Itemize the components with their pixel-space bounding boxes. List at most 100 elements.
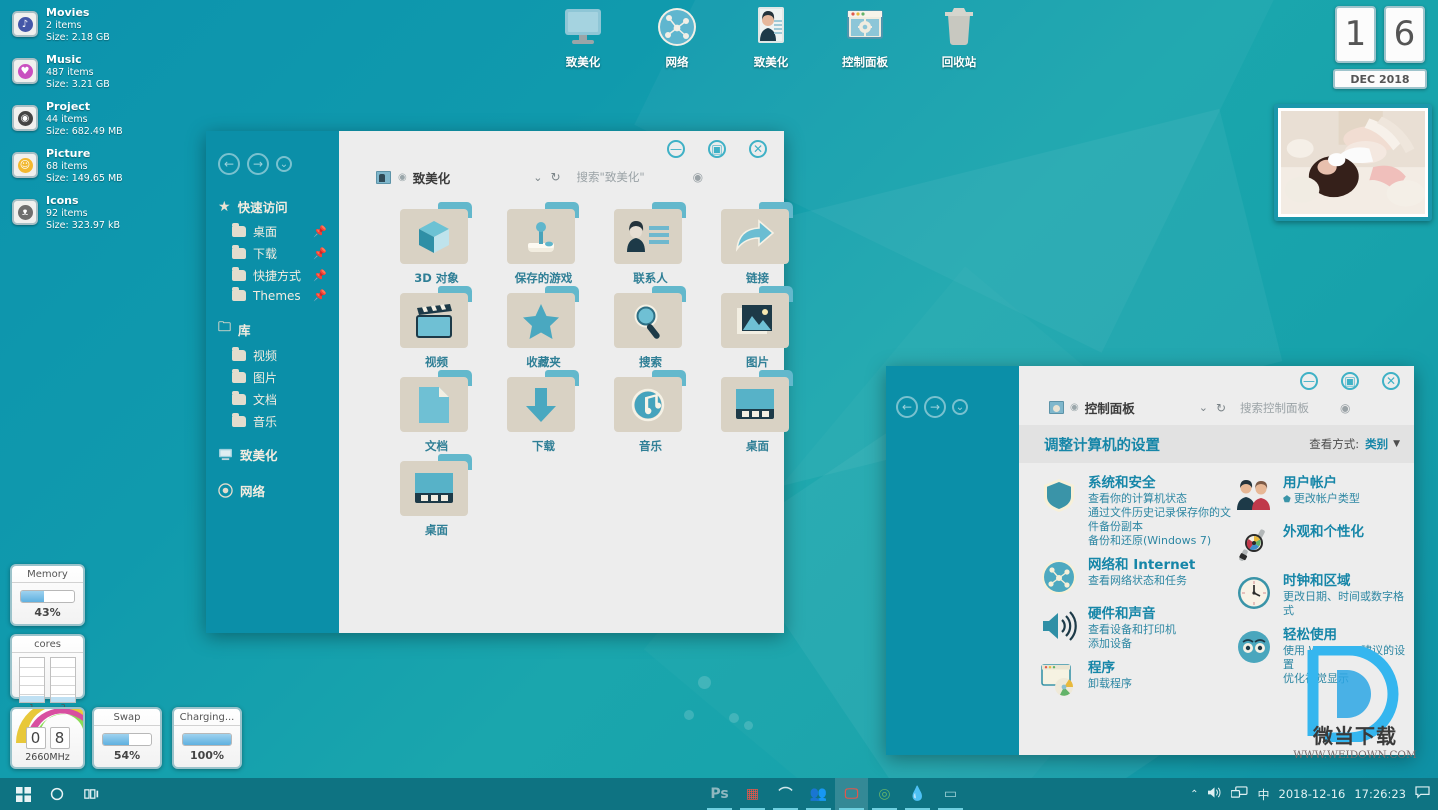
taskbar-app-monitor[interactable]: 🖵 [835, 778, 868, 810]
control-panel-address-dropdown-icon[interactable]: ⌄ [1199, 401, 1208, 414]
control-panel-view-by-value[interactable]: 类别 [1365, 436, 1388, 452]
control-panel-category-title[interactable]: 硬件和声音 [1088, 606, 1176, 623]
control-panel-category-title[interactable]: 系统和安全 [1088, 475, 1234, 492]
explorer-sidebar-item[interactable]: 桌面 📌 [206, 220, 339, 242]
control-panel-category[interactable]: 轻松使用 使用 Windows 建议的设置 优化视觉显示 [1234, 627, 1414, 686]
ime-indicator[interactable]: 中 [1257, 786, 1269, 803]
desktop-shortcut-network-globe[interactable]: 网络 [642, 6, 712, 70]
explorer-sidebar-item[interactable]: 图片 [206, 366, 339, 388]
explorer-folder-item[interactable]: 文档 [383, 370, 490, 454]
taskbar-app-apps-grid[interactable]: ▦ [736, 778, 769, 810]
control-panel-close-button[interactable]: ✕ [1382, 372, 1400, 390]
explorer-folder-item[interactable]: 音乐 [597, 370, 704, 454]
desktop-file-item[interactable]: ᴥ Icons 92 items Size: 323.97 kB [6, 192, 196, 239]
control-panel-view-by-caret-icon[interactable]: ▼ [1393, 439, 1400, 449]
explorer-forward-button[interactable]: → [247, 153, 269, 175]
control-panel-category-title[interactable]: 时钟和区域 [1283, 573, 1414, 590]
desktop-shortcut-monitor[interactable]: 致美化 [548, 6, 618, 70]
explorer-address-dropdown-icon[interactable]: ⌄ [533, 171, 542, 184]
explorer-folder-item[interactable]: 图片 [704, 286, 811, 370]
explorer-folder-item[interactable]: 联系人 [597, 202, 704, 286]
control-panel-category[interactable]: 用户帐户 ⬟ 更改帐户类型 [1234, 475, 1414, 515]
explorer-folder-item[interactable]: 3D 对象 [383, 202, 490, 286]
control-panel-category-link[interactable]: 更改日期、时间或数字格式 [1283, 590, 1414, 618]
control-panel-category[interactable]: 外观和个性化 [1234, 524, 1414, 564]
taskbar-app-chrome[interactable]: ◎ [868, 778, 901, 810]
explorer-folder-item[interactable]: 收藏夹 [490, 286, 597, 370]
explorer-folder-item[interactable]: 链接 [704, 202, 811, 286]
network-tray-icon[interactable] [1231, 786, 1249, 802]
control-panel-search-input[interactable]: 搜索控制面板 [1240, 400, 1309, 416]
control-panel-maximize-button[interactable]: ▣ [1341, 372, 1359, 390]
tray-time[interactable]: 17:26:23 [1354, 787, 1406, 801]
explorer-address-text[interactable]: 致美化 [413, 168, 451, 187]
desktop-file-item[interactable]: ☺ Picture 68 items Size: 149.65 MB [6, 145, 196, 192]
taskbar-app-people[interactable]: 👥 [802, 778, 835, 810]
control-panel-category[interactable]: 程序 卸载程序 [1039, 660, 1234, 700]
control-panel-category-link[interactable]: 查看网络状态和任务 [1088, 574, 1195, 588]
explorer-folder-item[interactable]: 下载 [490, 370, 597, 454]
desktop-shortcut-user-photo[interactable]: 致美化 [736, 6, 806, 70]
desktop-file-item[interactable]: ♪ Movies 2 items Size: 2.18 GB [6, 4, 196, 51]
taskbar-app-water-drop[interactable]: 💧 [901, 778, 934, 810]
control-panel-category-link[interactable]: 使用 Windows 建议的设置 [1283, 644, 1414, 672]
explorer-sidebar-item[interactable]: 文档 [206, 388, 339, 410]
control-panel-category-title[interactable]: 程序 [1088, 660, 1132, 677]
explorer-back-button[interactable]: ← [218, 153, 240, 175]
pin-icon[interactable]: 📌 [313, 225, 327, 238]
explorer-close-button[interactable]: ✕ [749, 140, 767, 158]
explorer-folder-item[interactable]: 桌面 [383, 454, 490, 538]
explorer-sidebar-item[interactable]: ★ 快速访问 [206, 193, 339, 220]
control-panel-recent-button[interactable]: ⌄ [952, 399, 968, 415]
control-panel-category[interactable]: 网络和 Internet 查看网络状态和任务 [1039, 557, 1234, 597]
explorer-refresh-icon[interactable]: ↻ [550, 170, 560, 184]
explorer-sidebar-item[interactable]: Themes 📌 [206, 286, 339, 305]
explorer-recent-button[interactable]: ⌄ [276, 156, 292, 172]
explorer-sidebar-item[interactable]: 🗀 库 [206, 314, 339, 344]
notification-icon[interactable] [1415, 786, 1430, 802]
cortana-circle-icon[interactable] [40, 778, 74, 810]
control-panel-category-link[interactable]: 卸载程序 [1088, 677, 1132, 691]
desktop-file-item[interactable]: ♥ Music 487 items Size: 3.21 GB [6, 51, 196, 98]
explorer-sidebar-item[interactable]: 音乐 [206, 410, 339, 432]
explorer-search-input[interactable]: 搜索"致美化" [577, 169, 645, 185]
explorer-folder-item[interactable]: 桌面 [704, 370, 811, 454]
explorer-folder-item[interactable]: 保存的游戏 [490, 202, 597, 286]
control-panel-category-title[interactable]: 轻松使用 [1283, 627, 1414, 644]
control-panel-category[interactable]: 时钟和区域 更改日期、时间或数字格式 [1234, 573, 1414, 618]
explorer-folder-item[interactable]: 视频 [383, 286, 490, 370]
taskbar-app-photoshop[interactable]: Ps [703, 778, 736, 810]
explorer-sidebar-item[interactable]: 致美化 [206, 441, 339, 468]
windows-start-icon[interactable] [6, 778, 40, 810]
control-panel-category-link[interactable]: 优化视觉显示 [1283, 672, 1414, 686]
task-view-icon[interactable] [74, 778, 108, 810]
control-panel-category[interactable]: 硬件和声音 查看设备和打印机 添加设备 [1039, 606, 1234, 651]
control-panel-category[interactable]: 系统和安全 查看你的计算机状态 通过文件历史记录保存你的文件备份副本 备份和还原(Wi… [1039, 475, 1234, 548]
explorer-sidebar-item[interactable]: 视频 [206, 344, 339, 366]
explorer-folder-item[interactable]: 搜索 [597, 286, 704, 370]
control-panel-address-text[interactable]: 控制面板 [1085, 398, 1135, 417]
control-panel-category-link[interactable]: 通过文件历史记录保存你的文件备份副本 [1088, 506, 1234, 534]
control-panel-category-link[interactable]: 备份和还原(Windows 7) [1088, 534, 1234, 548]
control-panel-search-icon[interactable]: ◉ [1340, 401, 1350, 415]
desktop-shortcut-recycle-bin[interactable]: 回收站 [924, 6, 994, 70]
control-panel-category-link[interactable]: 查看你的计算机状态 [1088, 492, 1234, 506]
control-panel-refresh-icon[interactable]: ↻ [1216, 401, 1226, 415]
explorer-search-icon[interactable]: ◉ [693, 170, 703, 184]
taskbar-app-media-window[interactable]: ▭ [934, 778, 967, 810]
taskbar-app-headphones[interactable]: ⌒ [769, 778, 802, 810]
pin-icon[interactable]: 📌 [313, 269, 327, 282]
control-panel-category-title[interactable]: 外观和个性化 [1283, 524, 1364, 541]
control-panel-window[interactable]: ← → ⌄ — ▣ ✕ ◉ 控制面板 ⌄ ↻ 搜索控制面板 ◉ 调整计算机的设置… [886, 366, 1414, 755]
desktop-file-item[interactable]: ◉ Project 44 items Size: 682.49 MB [6, 98, 196, 145]
tray-chevron-icon[interactable]: ⌃ [1190, 789, 1198, 800]
explorer-sidebar-item[interactable]: 下载 📌 [206, 242, 339, 264]
explorer-maximize-button[interactable]: ▣ [708, 140, 726, 158]
control-panel-category-title[interactable]: 用户帐户 [1283, 475, 1360, 492]
control-panel-category-link[interactable]: 查看设备和打印机 [1088, 623, 1176, 637]
control-panel-category-link[interactable]: 添加设备 [1088, 637, 1176, 651]
desktop-shortcut-control-panel-window[interactable]: 控制面板 [830, 6, 900, 70]
volume-icon[interactable] [1207, 786, 1222, 802]
pin-icon[interactable]: 📌 [313, 247, 327, 260]
control-panel-minimize-button[interactable]: — [1300, 372, 1318, 390]
